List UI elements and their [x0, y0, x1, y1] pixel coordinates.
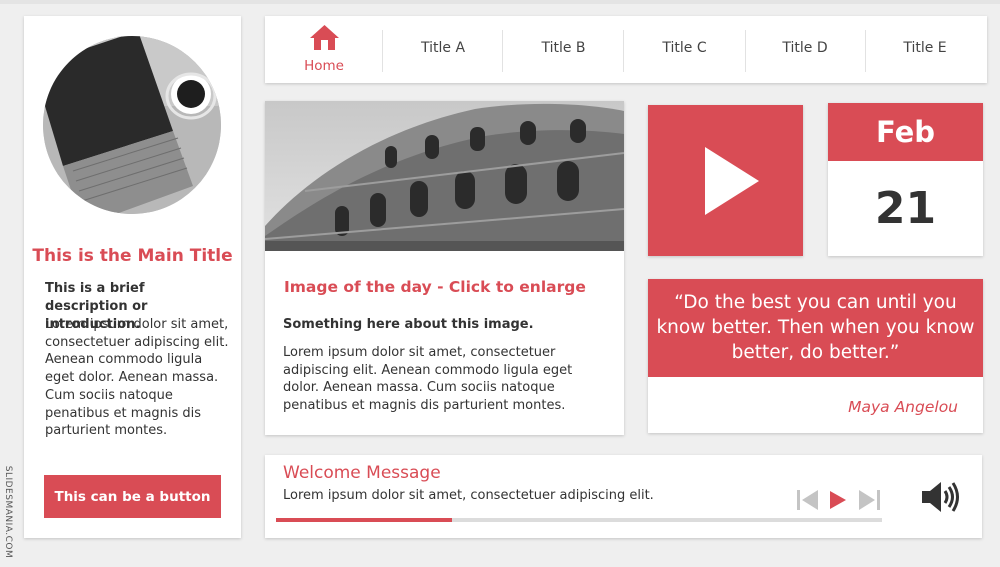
nav-label: Title B — [541, 40, 586, 56]
date-day: 21 — [874, 183, 937, 234]
nav-label: Title E — [903, 40, 947, 56]
avatar — [43, 36, 221, 214]
image-title-link[interactable]: Image of the day - Click to enlarge — [284, 278, 586, 296]
play-icon — [705, 147, 759, 215]
nav-label: Title D — [782, 40, 828, 56]
nav-home-label: Home — [304, 58, 344, 74]
skip-forward-icon[interactable] — [857, 488, 881, 512]
date-card: Feb 21 — [828, 103, 983, 256]
progress-fill — [276, 518, 452, 522]
nav-item-title-c[interactable]: Title C — [624, 16, 745, 83]
top-strip — [0, 0, 1000, 4]
nav-item-home[interactable]: Home — [265, 16, 383, 83]
main-button[interactable]: This can be a button — [44, 475, 221, 518]
nav-label: Title C — [662, 40, 707, 56]
welcome-text: Lorem ipsum dolor sit amet, consectetuer… — [283, 488, 654, 503]
image-of-the-day-card[interactable]: Image of the day - Click to enlarge Some… — [265, 101, 624, 435]
progress-bar[interactable] — [276, 518, 882, 522]
colosseum-image — [265, 101, 624, 251]
colosseum-photo[interactable] — [265, 101, 624, 251]
quote-card: “Do the best you can until you know bett… — [648, 279, 983, 433]
quote-text: “Do the best you can until you know bett… — [656, 292, 975, 363]
nav-item-title-d[interactable]: Title D — [745, 16, 865, 83]
skip-back-icon[interactable] — [796, 488, 820, 512]
quote-panel: “Do the best you can until you know bett… — [648, 279, 983, 377]
nav-item-title-a[interactable]: Title A — [383, 16, 503, 83]
watermark: SLIDESMANIA.COM — [3, 465, 13, 559]
nav-item-title-b[interactable]: Title B — [503, 16, 624, 83]
profile-card: This is the Main Title This is a brief d… — [24, 16, 241, 538]
nav-label: Title A — [420, 40, 466, 56]
volume-icon[interactable] — [920, 480, 962, 514]
top-nav: Home Title A Title B Title C Title D Tit… — [265, 16, 987, 83]
home-icon — [310, 25, 339, 50]
image-caption-heading: Something here about this image. — [283, 317, 534, 332]
welcome-title: Welcome Message — [283, 463, 441, 483]
date-month: Feb — [828, 103, 983, 161]
nav-item-title-e[interactable]: Title E — [865, 16, 985, 83]
play-icon[interactable] — [829, 490, 847, 510]
laptop-photo — [43, 36, 221, 214]
intro-text: Lorem ipsum dolor sit amet, consectetuer… — [45, 317, 229, 439]
video-play-tile[interactable] — [648, 105, 803, 256]
welcome-card: Welcome Message Lorem ipsum dolor sit am… — [265, 455, 982, 538]
quote-author: Maya Angelou — [848, 398, 958, 416]
image-caption-text: Lorem ipsum dolor sit amet, consectetuer… — [283, 345, 573, 414]
main-title: This is the Main Title — [32, 246, 233, 266]
